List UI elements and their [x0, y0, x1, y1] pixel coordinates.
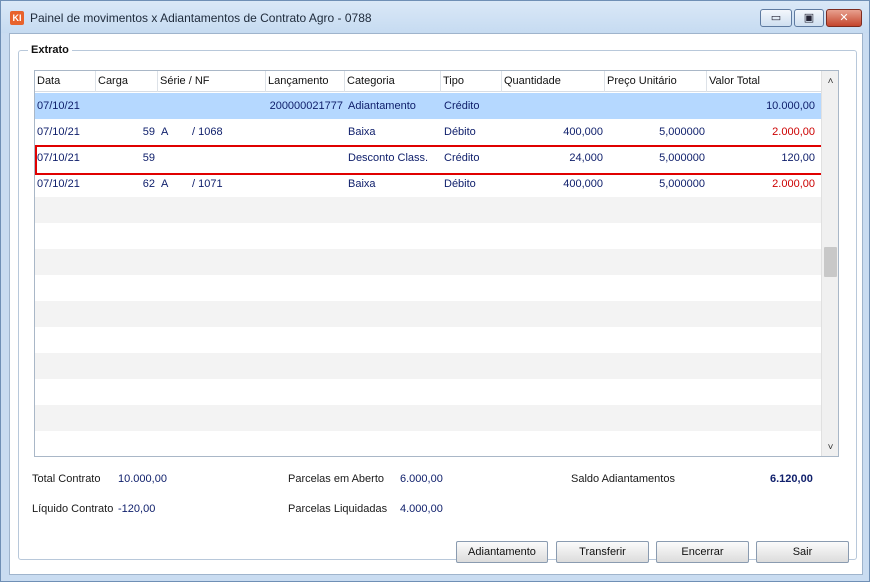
saldo-adiantamentos-label: Saldo Adiantamentos — [571, 473, 675, 485]
col-header-carga[interactable]: Carga — [96, 71, 158, 92]
saldo-adiantamentos-value: 6.120,00 — [770, 473, 813, 485]
col-header-data[interactable]: Data — [35, 71, 96, 92]
col-header-serie-nf[interactable]: Série / NF — [158, 71, 266, 92]
parcelas-liquidadas-value: 4.000,00 — [400, 503, 443, 515]
scrollbar-thumb[interactable] — [824, 247, 837, 277]
cell-quantidade: 400,000 — [563, 178, 603, 190]
close-button[interactable]: ✕ — [826, 9, 862, 27]
col-header-categoria[interactable]: Categoria — [345, 71, 441, 92]
liquido-contrato-label: Líquido Contrato — [32, 503, 114, 515]
cell-nf: / 1071 — [192, 178, 223, 190]
main-window: KI Painel de movimentos x Adiantamentos … — [0, 0, 870, 582]
minimize-icon: ▭ — [770, 12, 782, 24]
cell-valor-total: 120,00 — [781, 152, 815, 164]
cell-categoria: Adiantamento — [348, 100, 416, 112]
empty-row — [35, 405, 821, 431]
empty-row — [35, 197, 821, 223]
maximize-icon: ▣ — [803, 12, 815, 24]
empty-row — [35, 327, 821, 353]
client-area: Extrato Data Carga Série / NF Lançamento… — [9, 33, 863, 575]
minimize-button[interactable]: ▭ — [760, 9, 792, 27]
cell-carga: 62 — [142, 178, 155, 190]
empty-row — [35, 275, 821, 301]
encerrar-button[interactable]: Encerrar — [656, 541, 749, 563]
cell-categoria: Baixa — [348, 126, 376, 138]
cell-nf: / 1068 — [192, 126, 223, 138]
cell-categoria: Baixa — [348, 178, 376, 190]
cell-serie: A — [161, 178, 169, 190]
col-header-preco-unitario[interactable]: Preço Unitário — [605, 71, 707, 92]
vertical-scrollbar[interactable]: ˄ ˅ — [821, 71, 838, 456]
cell-data: 07/10/21 — [37, 152, 80, 164]
cell-valor-total: 2.000,00 — [772, 126, 815, 138]
empty-row — [35, 431, 821, 456]
cell-tipo: Débito — [444, 126, 476, 138]
extrato-grid[interactable]: Data Carga Série / NF Lançamento Categor… — [34, 70, 839, 457]
cell-tipo: Crédito — [444, 100, 480, 112]
empty-row — [35, 223, 821, 249]
scroll-up-icon[interactable]: ˄ — [822, 73, 838, 90]
cell-data: 07/10/21 — [37, 178, 80, 190]
cell-carga: 59 — [142, 152, 155, 164]
adiantamento-button[interactable]: Adiantamento — [456, 541, 548, 563]
col-header-tipo[interactable]: Tipo — [441, 71, 502, 92]
title-bar[interactable]: KI Painel de movimentos x Adiantamentos … — [1, 1, 869, 33]
cell-carga: 59 — [142, 126, 155, 138]
cell-categoria: Desconto Class. — [348, 152, 429, 164]
table-row[interactable]: 07/10/21 62 A / 1071 Baixa Débito 400,00… — [35, 171, 821, 197]
empty-row — [35, 379, 821, 405]
grid-header: Data Carga Série / NF Lançamento Categor… — [35, 71, 821, 92]
parcelas-liquidadas-label: Parcelas Liquidadas — [288, 503, 388, 515]
close-icon: ✕ — [839, 12, 849, 24]
table-row[interactable]: 07/10/21 200000021777 Adiantamento Crédi… — [35, 93, 821, 119]
cell-valor-total: 2.000,00 — [772, 178, 815, 190]
cell-tipo: Crédito — [444, 152, 480, 164]
table-row[interactable]: 07/10/21 59 A / 1068 Baixa Débito 400,00… — [35, 119, 821, 145]
cell-preco: 5,000000 — [659, 178, 705, 190]
empty-row — [35, 301, 821, 327]
transferir-button[interactable]: Transferir — [556, 541, 649, 563]
parcelas-aberto-value: 6.000,00 — [400, 473, 443, 485]
liquido-contrato-value: -120,00 — [118, 503, 156, 515]
cell-data: 07/10/21 — [37, 100, 80, 112]
app-icon: KI — [10, 11, 24, 25]
empty-row — [35, 249, 821, 275]
scroll-down-icon[interactable]: ˅ — [822, 439, 838, 456]
cell-serie: A — [161, 126, 169, 138]
table-row[interactable]: 07/10/21 59 Desconto Class. Crédito 24,0… — [35, 145, 821, 171]
total-contrato-value: 10.000,00 — [118, 473, 167, 485]
empty-row — [35, 353, 821, 379]
col-header-lancamento[interactable]: Lançamento — [266, 71, 345, 92]
cell-quantidade: 24,000 — [569, 152, 603, 164]
window-title: Painel de movimentos x Adiantamentos de … — [30, 11, 372, 25]
cell-quantidade: 400,000 — [563, 126, 603, 138]
extrato-label: Extrato — [28, 44, 72, 56]
total-contrato-label: Total Contrato — [32, 473, 101, 485]
cell-preco: 5,000000 — [659, 126, 705, 138]
cell-lancamento: 200000021777 — [269, 100, 343, 112]
grid-rows: 07/10/21 200000021777 Adiantamento Crédi… — [35, 93, 821, 456]
parcelas-aberto-label: Parcelas em Aberto — [288, 473, 384, 485]
col-header-quantidade[interactable]: Quantidade — [502, 71, 605, 92]
maximize-button[interactable]: ▣ — [794, 9, 824, 27]
cell-valor-total: 10.000,00 — [766, 100, 815, 112]
cell-data: 07/10/21 — [37, 126, 80, 138]
cell-preco: 5,000000 — [659, 152, 705, 164]
sair-button[interactable]: Sair — [756, 541, 849, 563]
col-header-valor-total[interactable]: Valor Total — [707, 71, 821, 92]
cell-tipo: Débito — [444, 178, 476, 190]
